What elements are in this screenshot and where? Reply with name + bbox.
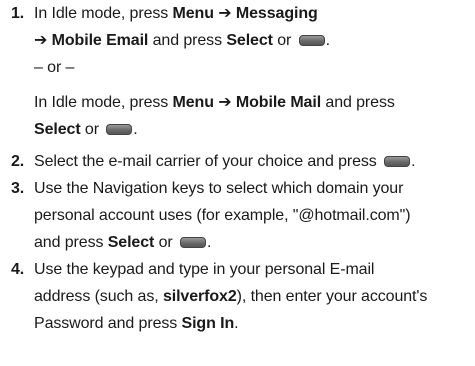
soft-key-icon (384, 156, 411, 167)
step-1: 1. In Idle mode, press Menu ➔ Messaging … (0, 0, 475, 143)
arrow: ➔ (34, 32, 52, 49)
soft-key-icon (106, 124, 133, 135)
step-4: 4. Use the keypad and type in your perso… (0, 256, 475, 337)
menu-label: Menu (172, 94, 214, 111)
step-line: ➔ Mobile Email and press Select or . (34, 27, 467, 54)
step-line: Select or . (34, 116, 467, 143)
step-2: 2. Select the e-mail carrier of your cho… (0, 148, 475, 175)
arrow: ➔ (213, 5, 236, 22)
arrow: ➔ (213, 94, 236, 111)
text: . (411, 153, 416, 170)
text: or (272, 32, 296, 49)
step-number: 2. (11, 153, 25, 170)
text: ), then enter your account's (236, 288, 428, 305)
soft-key-icon (298, 35, 325, 46)
text: and press (34, 234, 108, 251)
sign-in-label: Sign In (181, 315, 235, 332)
step-number: 1. (11, 5, 25, 22)
text: . (325, 32, 330, 49)
text: . (133, 121, 138, 138)
step-number: 4. (11, 261, 25, 278)
text: or (80, 121, 104, 138)
step-line: address (such as, silverfox2), then ente… (34, 283, 467, 310)
text: Select the e-mail carrier of your choice… (34, 153, 382, 170)
step-line: In Idle mode, press Menu ➔ Mobile Mail a… (34, 89, 467, 116)
select-label: Select (107, 234, 155, 251)
text: . (206, 234, 212, 251)
step-3: 3. Use the Navigation keys to select whi… (0, 175, 475, 256)
instruction-steps: 1. In Idle mode, press Menu ➔ Messaging … (0, 0, 475, 337)
or-separator: – or – (34, 59, 75, 76)
step-line: Select the e-mail carrier of your choice… (34, 148, 467, 175)
step-line: Use the Navigation keys to select which … (34, 180, 404, 197)
messaging-label: Messaging (235, 5, 318, 22)
step-line: Password and press Sign In. (34, 310, 467, 337)
text: Password and press (34, 315, 182, 332)
example-address: silverfox2 (162, 288, 237, 305)
mobile-email-label: Mobile Email (51, 32, 149, 49)
step-line: and press Select or . (34, 229, 467, 256)
text: or (154, 234, 177, 251)
mobile-mail-label: Mobile Mail (235, 94, 322, 111)
text: address (such as, (34, 288, 163, 305)
select-label: Select (34, 121, 81, 138)
text: In Idle mode, press (34, 94, 173, 111)
step-line: Use the keypad and type in your personal… (34, 261, 375, 278)
text: . (234, 315, 239, 332)
step-number: 3. (11, 180, 25, 197)
text: and press (321, 94, 395, 111)
step-line: personal account uses (for example, "@ho… (34, 207, 411, 224)
step-line: In Idle mode, press Menu ➔ Messaging (34, 0, 467, 27)
text: and press (148, 32, 227, 49)
select-label: Select (226, 32, 273, 49)
soft-key-icon (179, 237, 206, 248)
text: In Idle mode, press (34, 5, 173, 22)
menu-label: Menu (172, 5, 214, 22)
